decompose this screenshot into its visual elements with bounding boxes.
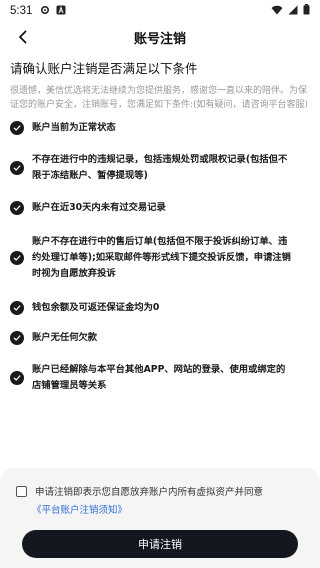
conditions-list: 账户当前为正常状态不存在进行中的违规记录，包括违规处罚或限权记录(包括但不 限于冻…	[10, 120, 310, 394]
signal-icon	[288, 5, 298, 18]
check-circle-icon	[10, 331, 24, 345]
condition-text-line: 时视为自愿放弃投诉	[32, 268, 116, 279]
status-time: 5:31	[10, 5, 33, 17]
battery-icon	[303, 4, 310, 18]
conditions-heading: 请确认账户注销是否满足以下条件	[10, 61, 198, 76]
condition-text-line: 钱包余额及可返还保证金均为0	[32, 302, 160, 313]
check-circle-icon	[10, 371, 24, 385]
condition-text: 账户无任何欠款	[32, 330, 97, 346]
condition-text-line: 账户在近30天内未有过交易记录	[32, 202, 166, 213]
condition-item: 账户已经解除与本平台其他APP、网站的登录、使用或绑定的 店铺管理员等关系	[10, 362, 310, 394]
back-arrow-icon	[19, 30, 27, 44]
system-icons	[271, 4, 310, 18]
navigation-bar: 账号注销	[0, 22, 320, 52]
check-circle-icon	[10, 201, 24, 215]
condition-text-line: 账户已经解除与本平台其他APP、网站的登录、使用或绑定的	[32, 364, 286, 375]
deactivation-notice-link[interactable]: 《平台账户注销须知》	[32, 502, 127, 516]
check-circle-icon	[10, 251, 24, 265]
condition-text-line: 账户不存在进行中的售后订单(包括但不限于投诉纠纷订单、违	[32, 236, 288, 247]
condition-item: 不存在进行中的违规记录，包括违规处罚或限权记录(包括但不 限于冻结账户、暂停提现等…	[10, 152, 310, 184]
check-circle-icon	[10, 161, 24, 175]
status-bar: 5:31	[0, 0, 320, 22]
description-text: 很遗憾，美信优选将无法继续为您提供服务，感谢您一直以来的陪伴。为保证您的账户安全…	[10, 86, 309, 110]
page-title: 账号注销	[133, 31, 186, 47]
back-button[interactable]	[12, 26, 34, 48]
condition-item: 钱包余额及可返还保证金均为0	[10, 300, 310, 316]
condition-text-line: 账户当前为正常状态	[32, 122, 116, 133]
condition-text-line: 账户无任何欠款	[32, 332, 98, 343]
wifi-icon	[271, 5, 283, 18]
condition-text: 账户不存在进行中的售后订单(包括但不限于投诉纠纷订单、违 约处理订单等);如采取邮…	[32, 234, 291, 282]
condition-text-line: 店铺管理员等关系	[32, 380, 107, 391]
home-indicator	[0, 562, 320, 568]
condition-item: 账户无任何欠款	[10, 330, 310, 346]
condition-text: 账户在近30天内未有过交易记录	[32, 200, 166, 216]
condition-text: 钱包余额及可返还保证金均为0	[32, 300, 159, 316]
agreement-checkbox[interactable]	[16, 485, 27, 497]
bottom-action-panel: 申请注销即表示您自愿放弃账户内所有虚拟资产并同意 《平台账户注销须知》 申请注销	[0, 468, 320, 568]
condition-text-line: 约处理订单等);如采取邮件等形式线下提交投诉反馈，申请注销	[32, 252, 291, 263]
condition-text-line: 不存在进行中的违规记录，包括违规处罚或限权记录(包括但不	[32, 154, 288, 165]
condition-text-line: 限于冻结账户、暂停提现等)	[32, 170, 148, 181]
agreement-row[interactable]: 申请注销即表示您自愿放弃账户内所有虚拟资产并同意	[16, 484, 263, 498]
check-circle-icon	[10, 121, 24, 135]
condition-text: 账户当前为正常状态	[32, 120, 116, 136]
notification-icons	[40, 5, 66, 18]
condition-item: 账户不存在进行中的售后订单(包括但不限于投诉纠纷订单、违 约处理订单等);如采取邮…	[10, 234, 310, 282]
condition-item: 账户在近30天内未有过交易记录	[10, 200, 310, 216]
condition-text: 账户已经解除与本平台其他APP、网站的登录、使用或绑定的 店铺管理员等关系	[32, 362, 285, 394]
font-a-icon	[56, 5, 66, 18]
apply-deactivation-button[interactable]: 申请注销	[22, 530, 298, 558]
main-content: 请确认账户注销是否满足以下条件 很遗憾，美信优选将无法继续为您提供服务，感谢您一…	[10, 60, 310, 394]
condition-item: 账户当前为正常状态	[10, 120, 310, 136]
agreement-text: 申请注销即表示您自愿放弃账户内所有虚拟资产并同意	[35, 487, 264, 498]
settings-gear-icon	[40, 5, 50, 18]
condition-text: 不存在进行中的违规记录，包括违规处罚或限权记录(包括但不 限于冻结账户、暂停提现等…	[32, 152, 287, 184]
check-circle-icon	[10, 301, 24, 315]
